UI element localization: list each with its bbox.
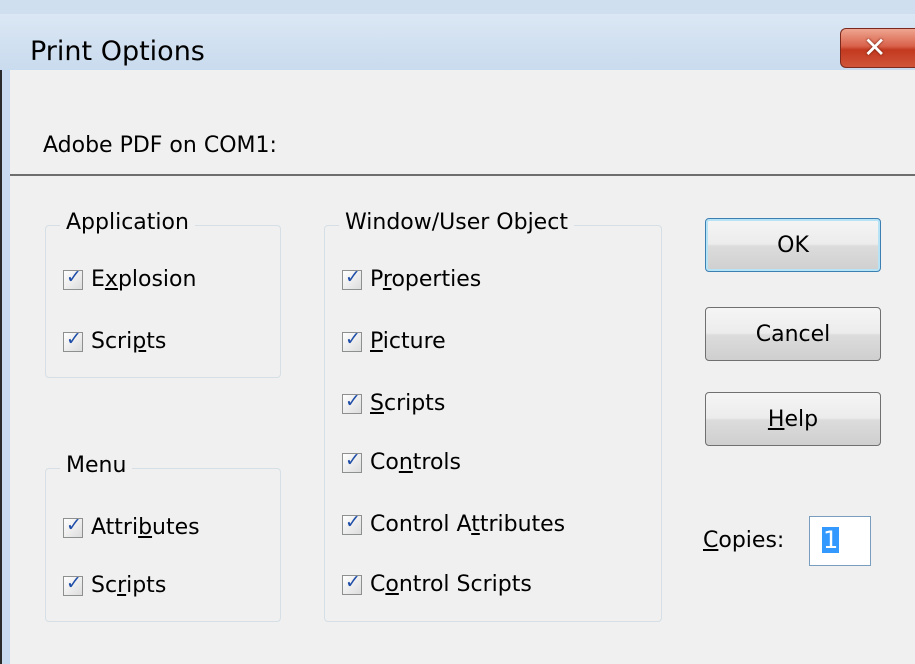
window-group-label: Window/User Object	[339, 210, 574, 235]
copies-input[interactable]: 1	[809, 516, 871, 566]
checkbox-box[interactable]: ✓	[342, 390, 362, 414]
cancel-button[interactable]: Cancel	[705, 307, 881, 361]
printer-name: Adobe PDF on COM1:	[43, 133, 277, 158]
check-icon: ✓	[345, 570, 361, 593]
checkbox-label: Controls	[370, 450, 462, 475]
checkbox-window-control-attributes[interactable]: ✓ Control Attributes	[342, 511, 566, 537]
window-frame-edge	[0, 70, 10, 664]
checkbox-label: Control Scripts	[370, 572, 532, 597]
checkbox-box[interactable]: ✓	[342, 328, 362, 352]
menu-group-label: Menu	[60, 453, 133, 478]
application-group: Application ✓ Explosion ✓ Scripts	[45, 210, 281, 378]
checkbox-box[interactable]: ✓	[342, 571, 362, 595]
help-button-label: Help	[767, 406, 819, 432]
check-icon: ✓	[345, 389, 361, 412]
checkbox-label: Properties	[370, 267, 482, 292]
checkbox-window-scripts[interactable]: ✓ Scripts	[342, 390, 446, 416]
print-options-dialog: Print Options ✕ Adobe PDF on COM1: Appli…	[0, 0, 915, 664]
help-button[interactable]: Help	[705, 392, 881, 446]
checkbox-window-picture[interactable]: ✓ Picture	[342, 328, 446, 354]
checkbox-label: Scripts	[91, 573, 167, 598]
copies-value: 1	[822, 526, 840, 554]
checkbox-box[interactable]: ✓	[63, 572, 83, 596]
checkbox-application-scripts[interactable]: ✓ Scripts	[63, 328, 167, 354]
checkbox-window-controls[interactable]: ✓ Controls	[342, 449, 462, 475]
check-icon: ✓	[345, 510, 361, 533]
checkbox-menu-scripts[interactable]: ✓ Scripts	[63, 572, 167, 598]
checkbox-box[interactable]: ✓	[342, 266, 362, 290]
checkbox-window-properties[interactable]: ✓ Properties	[342, 266, 482, 292]
checkbox-label: Control Attributes	[370, 512, 566, 537]
check-icon: ✓	[66, 571, 82, 594]
title-bar[interactable]: Print Options ✕	[0, 0, 915, 70]
close-button[interactable]: ✕	[840, 28, 915, 68]
checkbox-label: Scripts	[370, 391, 446, 416]
checkbox-box[interactable]: ✓	[63, 328, 83, 352]
checkbox-box[interactable]: ✓	[63, 514, 83, 538]
check-icon: ✓	[66, 265, 82, 288]
check-icon: ✓	[345, 327, 361, 350]
checkbox-box[interactable]: ✓	[342, 511, 362, 535]
checkbox-box[interactable]: ✓	[63, 266, 83, 290]
cancel-button-label: Cancel	[755, 321, 831, 347]
checkbox-application-explosion[interactable]: ✓ Explosion	[63, 266, 197, 292]
checkbox-label: Explosion	[91, 267, 197, 292]
check-icon: ✓	[66, 513, 82, 536]
application-group-label: Application	[60, 210, 195, 235]
check-icon: ✓	[66, 327, 82, 350]
copies-label: Copies:	[703, 528, 785, 553]
check-icon: ✓	[345, 265, 361, 288]
separator	[10, 174, 915, 176]
check-icon: ✓	[345, 448, 361, 471]
checkbox-box[interactable]: ✓	[342, 449, 362, 473]
window-user-object-group: Window/User Object ✓ Properties ✓ Pictur…	[324, 210, 662, 622]
checkbox-menu-attributes[interactable]: ✓ Attributes	[63, 514, 200, 540]
ok-button[interactable]: OK	[705, 218, 881, 272]
checkbox-window-control-scripts[interactable]: ✓ Control Scripts	[342, 571, 532, 597]
dialog-title: Print Options	[30, 36, 205, 67]
checkbox-label: Attributes	[91, 515, 200, 540]
close-icon: ✕	[863, 31, 887, 64]
checkbox-label: Picture	[370, 329, 446, 354]
menu-group: Menu ✓ Attributes ✓ Scripts	[45, 453, 281, 622]
ok-button-label: OK	[777, 232, 809, 258]
checkbox-label: Scripts	[91, 329, 167, 354]
